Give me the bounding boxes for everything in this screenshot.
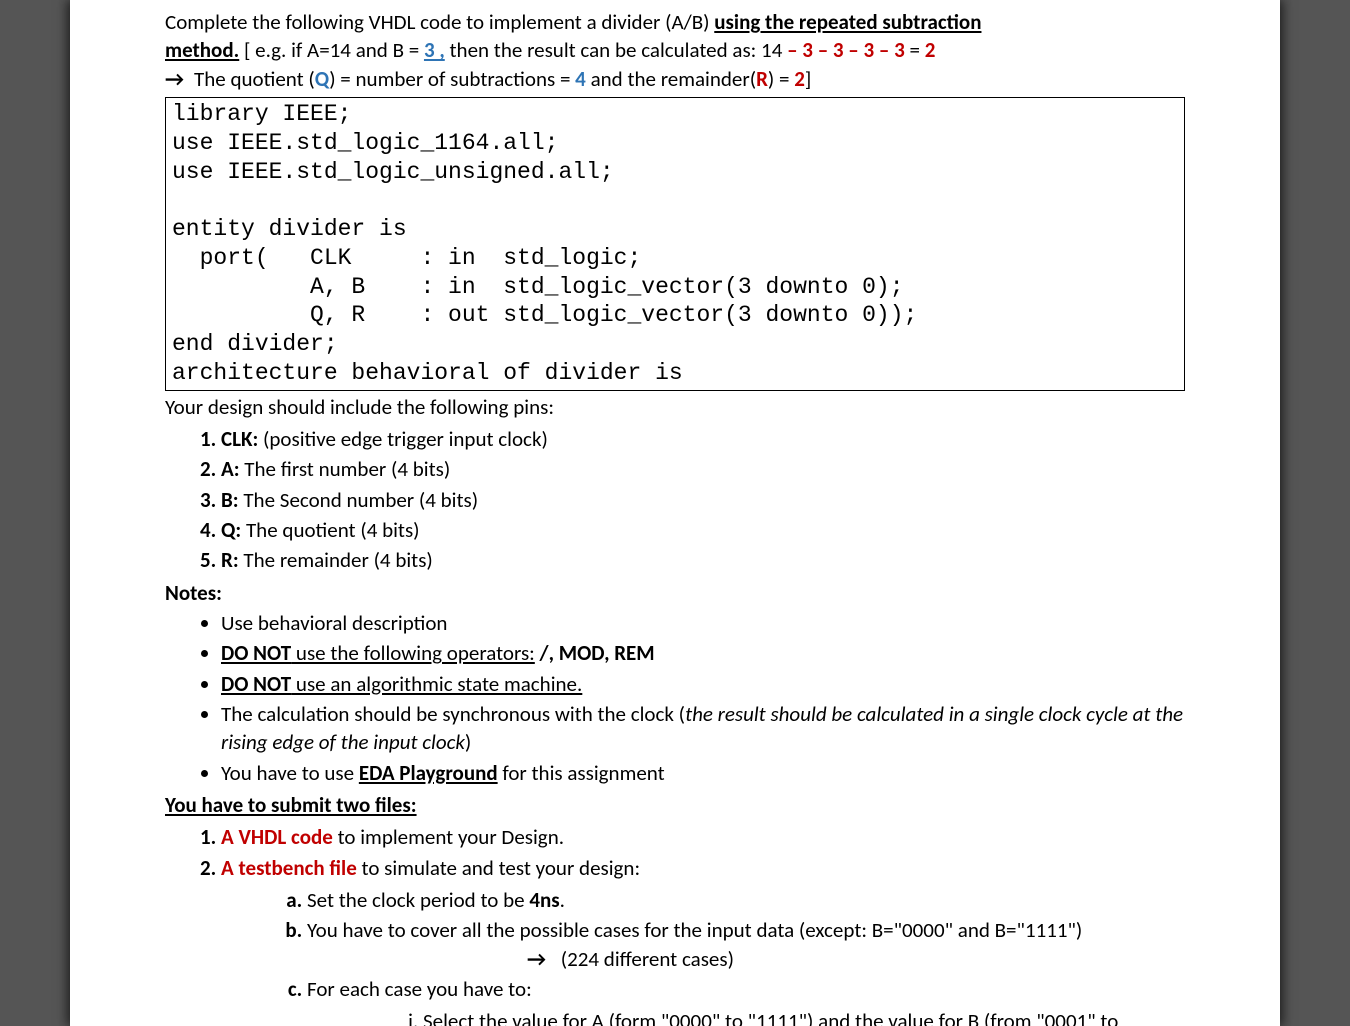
note-eda-a: You have to use xyxy=(221,760,359,786)
tb-cases: You have to cover all the possible cases… xyxy=(307,916,1185,973)
intro-text: Complete the following VHDL code to impl… xyxy=(165,9,714,35)
tb-cases-count: → (224 different cases) xyxy=(307,945,1185,973)
pin-b: B: The Second number (4 bits) xyxy=(221,486,1185,514)
tb-clock: Set the clock period to be 4ns. xyxy=(307,886,1185,914)
arrow-icon: → xyxy=(165,66,184,92)
note-no-asm: DO NOT use an algorithmic state machine. xyxy=(221,670,1185,698)
tb-each-select: Select the value for A (form "0000" to "… xyxy=(423,1007,1185,1026)
submit-red-2: A testbench file xyxy=(221,855,357,881)
quotient-text-e: ] xyxy=(805,66,811,92)
quotient-text-b: ) = number of subtractions = xyxy=(329,66,575,92)
tb-clock-a: Set the clock period to be xyxy=(307,887,529,913)
tb-clock-c: . xyxy=(560,887,565,913)
intro-underline-1: using the repeated subtraction xyxy=(714,9,981,35)
pin-desc: The Second number (4 bits) xyxy=(239,487,479,513)
intro-underline-2: method. xyxy=(165,37,239,63)
pin-desc: The quotient (4 bits) xyxy=(241,517,419,543)
note-eda-b: for this assignment xyxy=(498,760,665,786)
pin-label: B: xyxy=(221,487,239,513)
testbench-list: Set the clock period to be 4ns. You have… xyxy=(221,886,1185,1026)
note-donot: DO NOT xyxy=(221,640,291,666)
quotient-text-a: The quotient ( xyxy=(194,66,315,92)
pin-clk: CLK: (positive edge trigger input clock) xyxy=(221,425,1185,453)
submit-text-1: to implement your Design. xyxy=(333,824,564,850)
tb-each-list: Select the value for A (form "0000" to "… xyxy=(307,1007,1185,1026)
pin-label: CLK: xyxy=(221,426,258,452)
intro-subtractions: – 3 – 3 – 3 – 3 xyxy=(787,37,905,63)
tb-cases-text: You have to cover all the possible cases… xyxy=(307,917,1082,943)
notes-list: Use behavioral description DO NOT use th… xyxy=(165,609,1185,787)
tb-each: For each case you have to: Select the va… xyxy=(307,975,1185,1026)
notes-heading: Notes: xyxy=(165,579,1185,607)
intro-b-value: 3 , xyxy=(424,37,445,63)
remainder-r: R xyxy=(756,66,768,92)
note-donot-2: DO NOT xyxy=(221,671,291,697)
submit-testbench: A testbench file to simulate and test yo… xyxy=(221,854,1185,1026)
remainder-two: 2 xyxy=(794,66,805,92)
intro-line-1: Complete the following VHDL code to impl… xyxy=(165,8,1185,36)
intro-text-2: [ e.g. if A=14 and B = xyxy=(239,37,424,63)
pin-desc: The first number (4 bits) xyxy=(240,456,451,482)
intro-line-2: method. [ e.g. if A=14 and B = 3 , then … xyxy=(165,36,1185,64)
note-no-operators: DO NOT use the following operators: /, M… xyxy=(221,639,1185,667)
quotient-text-d: ) = xyxy=(768,66,794,92)
note-eda: You have to use EDA Playground for this … xyxy=(221,759,1185,787)
pin-a: A: The first number (4 bits) xyxy=(221,455,1185,483)
intro-remainder: 2 xyxy=(925,37,936,63)
quotient-line: → The quotient (Q) = number of subtractio… xyxy=(165,65,1185,93)
quotient-q: Q xyxy=(315,66,329,92)
pin-label: A: xyxy=(221,456,240,482)
tb-cases-num: (224 different cases) xyxy=(556,946,734,972)
note-eda-link: EDA Playground xyxy=(359,760,498,786)
pin-label: Q: xyxy=(221,517,241,543)
note-asm-text: use an algorithmic state machine. xyxy=(291,671,582,697)
note-sync: The calculation should be synchronous wi… xyxy=(221,700,1185,757)
intro-equals: = xyxy=(905,37,925,63)
note-operators-text: use the following operators: xyxy=(291,640,535,666)
pin-desc: The remainder (4 bits) xyxy=(239,547,433,573)
note-operators-list: /, MOD, REM xyxy=(535,640,655,666)
note-sync-a: The calculation should be synchronous wi… xyxy=(221,701,685,727)
document-page: Complete the following VHDL code to impl… xyxy=(70,0,1280,1026)
quotient-four: 4 xyxy=(575,66,586,92)
vhdl-code-box: library IEEE; use IEEE.std_logic_1164.al… xyxy=(165,97,1185,391)
viewer-background: Complete the following VHDL code to impl… xyxy=(0,0,1350,1026)
document-content: Complete the following VHDL code to impl… xyxy=(165,8,1185,1026)
submit-list: A VHDL code to implement your Design. A … xyxy=(165,823,1185,1026)
submit-vhdl: A VHDL code to implement your Design. xyxy=(221,823,1185,851)
pin-r: R: The remainder (4 bits) xyxy=(221,546,1185,574)
arrow-icon: → xyxy=(527,946,546,972)
submit-heading: You have to submit two files: xyxy=(165,791,1185,819)
pin-q: Q: The quotient (4 bits) xyxy=(221,516,1185,544)
note-behavioral: Use behavioral description xyxy=(221,609,1185,637)
tb-clock-period: 4ns xyxy=(529,887,559,913)
note-sync-b: ) xyxy=(465,729,471,755)
pin-label: R: xyxy=(221,547,239,573)
quotient-text-c: and the remainder( xyxy=(586,66,756,92)
pins-intro: Your design should include the following… xyxy=(165,393,1185,421)
pin-desc: (positive edge trigger input clock) xyxy=(258,426,548,452)
pins-list: CLK: (positive edge trigger input clock)… xyxy=(165,425,1185,575)
tb-each-text: For each case you have to: xyxy=(307,976,532,1002)
submit-text-2: to simulate and test your design: xyxy=(357,855,640,881)
submit-red-1: A VHDL code xyxy=(221,824,333,850)
intro-text-3: then the result can be calculated as: 14 xyxy=(445,37,787,63)
